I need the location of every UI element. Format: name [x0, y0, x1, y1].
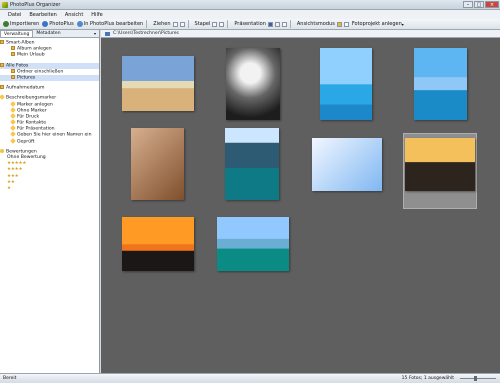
- menu-bar: Datei Bearbeiten Ansicht Hilfe: [0, 10, 500, 19]
- menu-datei[interactable]: Datei: [8, 12, 21, 18]
- photo-resort-pool[interactable]: [320, 48, 372, 120]
- folder-pictures[interactable]: Pictures: [0, 74, 99, 82]
- folder-icon: [0, 62, 4, 67]
- photo-sunset-sea[interactable]: [122, 217, 194, 271]
- chevron-down-icon: ▾: [401, 21, 404, 27]
- folder-icon: [0, 40, 4, 44]
- tag-icon: [0, 94, 5, 101]
- path-bar: C:\Users\Testrechner\Pictures: [101, 30, 500, 38]
- title-bar: PhotoPlus Organizer – □ ×: [0, 0, 500, 10]
- flickr-icon[interactable]: [274, 21, 280, 27]
- presentation-button[interactable]: Präsentation: [234, 21, 266, 27]
- pull-button[interactable]: Ziehen: [153, 21, 170, 27]
- import-icon: [3, 21, 9, 27]
- edit-icon: [76, 21, 83, 27]
- tab-verwaltung[interactable]: Verwaltung: [0, 30, 34, 37]
- folder-icon: [105, 32, 110, 36]
- grid-view-icon[interactable]: [336, 21, 342, 27]
- folder-icon: [11, 52, 15, 57]
- window-controls: – □ ×: [462, 1, 499, 8]
- stack-icon[interactable]: [212, 21, 218, 27]
- photoplus-icon: [42, 21, 49, 27]
- navigation-tree: Smart-Alben Album anlegen Mein Urlaub Al…: [0, 38, 99, 192]
- separator: [187, 20, 189, 28]
- tag-icon: [10, 131, 16, 138]
- folder-icon: [11, 74, 15, 79]
- tag-icon: [10, 100, 16, 107]
- photo-sunset-sailboat[interactable]: [405, 138, 475, 191]
- maximize-icon[interactable]: □: [474, 1, 484, 8]
- facebook-icon[interactable]: [267, 21, 273, 27]
- separator: [289, 20, 291, 28]
- toolbar: Importieren PhotoPlus In PhotoPlus bearb…: [0, 19, 500, 30]
- flip-icon[interactable]: [179, 21, 185, 27]
- photo-grid: [101, 38, 500, 373]
- import-button[interactable]: Importieren: [3, 21, 39, 27]
- photo-palm-pool[interactable]: [414, 48, 467, 120]
- separator: [146, 20, 148, 28]
- group-capture-date[interactable]: Aufnahmedatum: [0, 85, 99, 91]
- status-right: 15 Fotos; 1 ausgewählt: [402, 376, 496, 381]
- menu-bearbeiten[interactable]: Bearbeiten: [29, 12, 56, 18]
- calendar-icon: [0, 85, 4, 90]
- panel-pin-icon[interactable]: ▾: [94, 31, 96, 36]
- status-text: Bereit: [3, 376, 17, 381]
- tag-icon: [10, 119, 16, 125]
- minimize-icon[interactable]: –: [463, 1, 473, 8]
- window-title: PhotoPlus Organizer: [10, 1, 61, 8]
- photo-count: 15 Fotos; 1 ausgewählt: [401, 376, 454, 381]
- photo-island[interactable]: [217, 217, 289, 271]
- photo-palm-silhouette[interactable]: [226, 48, 280, 120]
- photo-seagull[interactable]: [312, 138, 382, 191]
- map-view-icon[interactable]: [343, 21, 349, 27]
- app-icon: [2, 1, 8, 8]
- marker-checked[interactable]: Geprüft: [0, 137, 99, 145]
- tag-icon: [10, 137, 16, 144]
- photo-beach[interactable]: [122, 56, 194, 111]
- unstack-icon[interactable]: [219, 21, 225, 27]
- close-icon[interactable]: ×: [485, 1, 499, 8]
- photo-area: C:\Users\Testrechner\Pictures: [101, 30, 500, 373]
- photoplus-button[interactable]: PhotoPlus: [42, 21, 74, 27]
- edit-button[interactable]: In PhotoPlus bearbeiten: [76, 21, 143, 27]
- album-my-vacation[interactable]: Mein Urlaub: [0, 52, 99, 58]
- menu-hilfe[interactable]: Hilfe: [91, 12, 102, 18]
- sidebar-tabs: Verwaltung Metadaten ▾: [0, 30, 99, 38]
- folder-icon: [11, 68, 15, 73]
- stack-button[interactable]: Stapel: [195, 21, 211, 27]
- project-button[interactable]: Fotoprojekt anlegen ▾: [352, 21, 404, 27]
- separator: [227, 20, 229, 28]
- rating-1[interactable]: ★: [0, 186, 99, 192]
- tab-metadaten[interactable]: Metadaten: [33, 30, 63, 37]
- zoom-slider[interactable]: [460, 376, 496, 381]
- star-icon: [0, 148, 4, 153]
- email-icon[interactable]: [281, 21, 287, 27]
- tag-icon: [10, 106, 16, 113]
- viewmode-button[interactable]: Ansichtsmodus: [297, 21, 335, 27]
- rotate-icon[interactable]: [172, 21, 178, 27]
- menu-ansicht[interactable]: Ansicht: [65, 12, 83, 18]
- status-bar: Bereit 15 Fotos; 1 ausgewählt: [0, 373, 500, 383]
- photo-antelope[interactable]: [131, 128, 184, 200]
- folder-icon: [11, 46, 15, 51]
- tag-icon: [10, 113, 16, 119]
- sidebar: Verwaltung Metadaten ▾ Smart-Alben Album…: [0, 30, 100, 373]
- photo-river-waterfall[interactable]: [225, 128, 279, 200]
